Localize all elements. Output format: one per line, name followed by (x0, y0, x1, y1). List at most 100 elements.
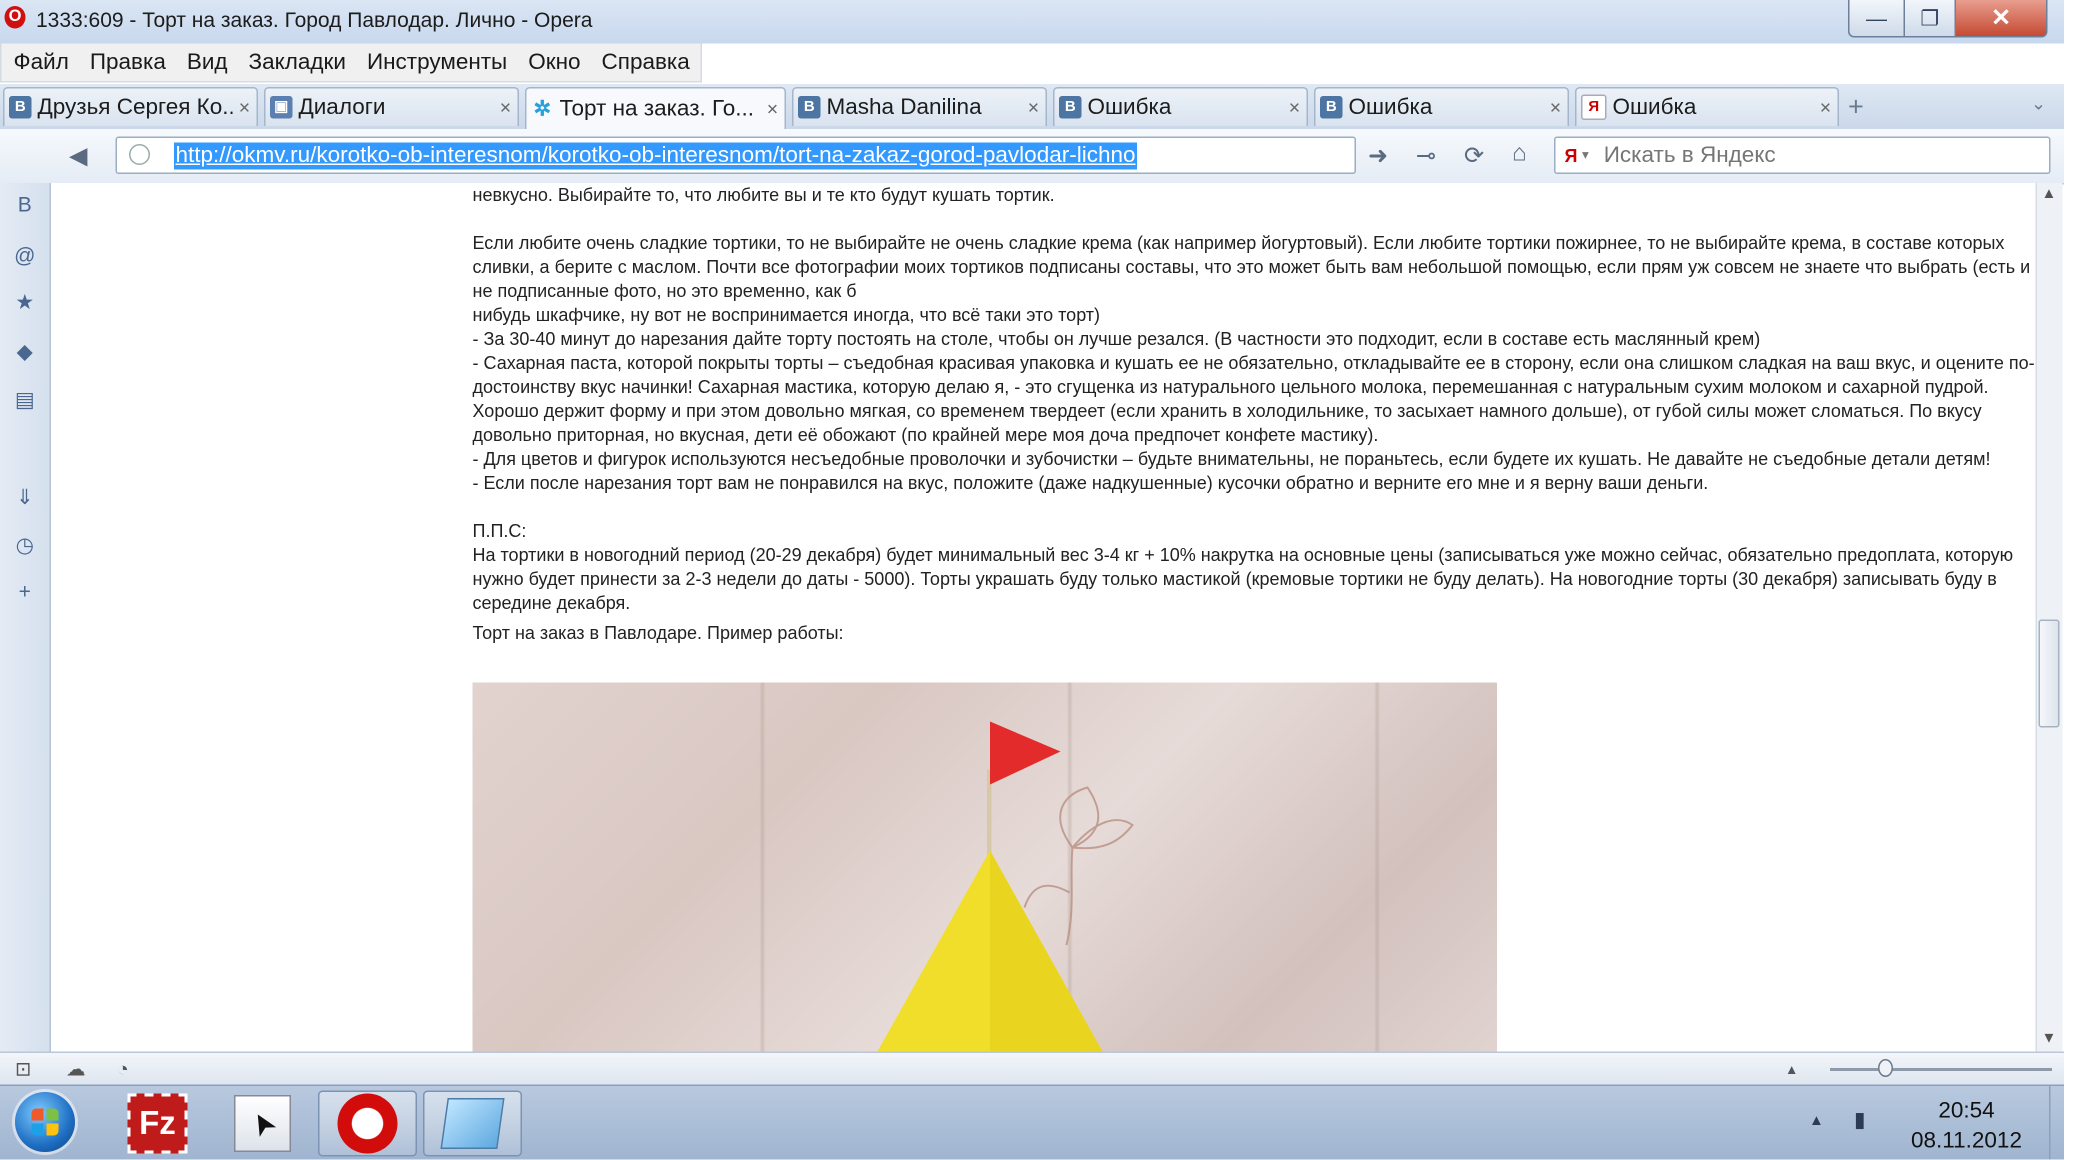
menu-view[interactable]: Вид (176, 50, 238, 76)
tab-dialogs[interactable]: ▣ Диалоги × (264, 87, 519, 126)
opera-logo-icon: O (4, 6, 26, 29)
back-arrow-icon[interactable]: ◀ (69, 141, 87, 171)
cake-photo[interactable] (472, 682, 1497, 1052)
history-clock-icon[interactable]: ◷ (14, 533, 37, 557)
zoom-slider-track[interactable] (1830, 1068, 2052, 1071)
clock-time[interactable]: 20:54 (1902, 1098, 2031, 1124)
menu-tools[interactable]: Инструменты (356, 50, 517, 76)
go-arrow-icon[interactable]: ➜ (1368, 141, 1388, 171)
scroll-down-arrow-icon[interactable]: ▼ (2042, 1031, 2057, 1048)
taskbar-cursor-app[interactable]: ➤ (213, 1091, 312, 1157)
tab-close-icon[interactable]: × (233, 96, 257, 119)
taskbar-filezilla[interactable]: Fz (108, 1091, 207, 1157)
menu-bar: Файл Правка Вид Закладки Инструменты Окн… (0, 43, 702, 83)
paragraph-cream: Если любите очень сладкие тортики, то не… (472, 232, 2031, 302)
opera-unite-cloud-icon[interactable]: ☁ (66, 1058, 86, 1082)
paragraph-cutting: - За 30-40 минут до нарезания дайте торт… (472, 328, 1761, 350)
tab-label: Торт на заказ. Го... (559, 96, 754, 122)
zoom-slider-thumb[interactable] (1878, 1059, 1893, 1077)
tab-close-icon[interactable]: × (1283, 96, 1307, 119)
menu-bookmarks[interactable]: Закладки (238, 50, 356, 76)
taskbar-notepad[interactable] (423, 1090, 522, 1157)
start-button[interactable] (15, 1092, 75, 1152)
cake-photo-graphic (877, 721, 1134, 1052)
side-panel: В @ ★ ◆ ▤ ⇓ ◷ + (0, 183, 51, 1052)
title-bar[interactable]: O 1333:609 - Торт на заказ. Город Павлод… (0, 0, 2064, 44)
widgets-icon[interactable]: ◆ (14, 339, 37, 363)
vk-panel-icon[interactable]: В (14, 191, 37, 215)
network-signal-icon[interactable]: ▮ (1854, 1107, 1866, 1133)
page-content[interactable]: невкусно. Выбирайте то, что любите вы и … (51, 183, 2036, 1052)
reload-icon[interactable]: ⟳ (1464, 141, 1484, 171)
new-tab-plus-icon[interactable]: + (1848, 92, 1864, 124)
tab-label: Диалоги (298, 94, 386, 121)
menu-edit[interactable]: Правка (79, 50, 176, 76)
address-toolbar: ◀ http://okmv.ru/korotko-ob-interesnom/k… (0, 129, 2064, 185)
paragraph-decor: - Для цветов и фигурок используются несъ… (472, 448, 1991, 470)
close-button[interactable]: ✕ (1956, 0, 2048, 38)
tab-friends[interactable]: В Друзья Сергея Ко... × (3, 87, 258, 126)
filezilla-icon: Fz (127, 1093, 188, 1154)
pointer-glyph: ➤ (242, 1103, 284, 1143)
chat-icon: ▣ (270, 96, 293, 119)
downloads-icon[interactable]: ⇓ (14, 485, 37, 509)
minimize-button[interactable]: — (1848, 0, 1905, 38)
menu-help[interactable]: Справка (591, 50, 700, 76)
restore-button[interactable]: ❐ (1905, 0, 1956, 38)
address-url[interactable]: http://okmv.ru/korotko-ob-interesnom/kor… (174, 142, 1137, 170)
tab-error-1[interactable]: В Ошибка × (1053, 87, 1308, 126)
tab-close-icon[interactable]: × (494, 96, 518, 119)
scroll-up-arrow-icon[interactable]: ▲ (2042, 186, 2057, 203)
clock-date[interactable]: 08.11.2012 (1902, 1128, 2031, 1154)
pps-title: П.П.С: (472, 520, 527, 542)
tab-close-icon[interactable]: × (761, 98, 785, 121)
panel-toggle-icon[interactable]: ⊡ (15, 1058, 31, 1082)
paragraph-cream-cont: нибудь шкафчике, ну вот не воспринимаетс… (472, 304, 1101, 326)
site-icon: ✲ (533, 96, 552, 120)
bookmarks-star-icon[interactable]: ★ (14, 290, 37, 314)
wand-key-icon[interactable]: ⊸ (1416, 141, 1436, 171)
vk-icon: В (1320, 96, 1343, 119)
taskbar-opera[interactable] (318, 1090, 417, 1157)
cone-shade (990, 850, 1103, 1052)
tray-expand-icon[interactable]: ▲ (1809, 1113, 1824, 1130)
site-info-icon[interactable] (129, 144, 150, 165)
turbo-speed-icon[interactable]: ◔ (117, 1058, 129, 1081)
notepad-icon (440, 1098, 505, 1149)
opera-icon (337, 1093, 398, 1154)
tab-label: Ошибка (1612, 94, 1697, 121)
vk-icon: В (798, 96, 821, 119)
paragraph-refund: - Если после нарезания торт вам не понра… (472, 472, 1709, 494)
home-icon[interactable]: ⌂ (1512, 141, 1527, 168)
tab-close-icon[interactable]: × (1022, 96, 1046, 119)
search-input[interactable] (1603, 142, 2009, 168)
pps-text: На тортики в новогодний период (20-29 де… (472, 544, 2014, 614)
windows-logo-icon (31, 1108, 59, 1136)
paragraph-mastic: - Сахарная паста, которой покрыты торты … (472, 352, 2035, 446)
tab-close-icon[interactable]: × (1814, 96, 1838, 119)
tab-error-3[interactable]: Я Ошибка × (1575, 87, 1839, 126)
search-box[interactable]: Я ▾ (1554, 136, 2051, 174)
notes-icon[interactable]: ▤ (14, 387, 37, 411)
yandex-engine-icon[interactable]: Я (1565, 145, 1578, 166)
zoom-menu-arrow-icon[interactable]: ▲ (1785, 1062, 1798, 1077)
menu-window[interactable]: Окно (518, 50, 591, 76)
tab-error-2[interactable]: В Ошибка × (1314, 87, 1569, 126)
tab-close-icon[interactable]: × (1544, 96, 1568, 119)
engine-dropdown-icon[interactable]: ▾ (1582, 147, 1589, 164)
menu-file[interactable]: Файл (3, 50, 79, 76)
add-panel-icon[interactable]: + (14, 578, 37, 602)
show-desktop-button[interactable] (2049, 1086, 2064, 1160)
tab-bar: В Друзья Сергея Ко... × ▣ Диалоги × ✲ То… (0, 84, 2064, 129)
example-caption: Торт на заказ в Павлодаре. Пример работы… (472, 622, 844, 644)
window-controls: — ❐ ✕ (1848, 0, 2048, 38)
mail-panel-icon[interactable]: @ (14, 242, 37, 266)
tab-cake-order[interactable]: ✲ Торт на заказ. Го... × (525, 87, 786, 129)
address-field[interactable]: http://okmv.ru/korotko-ob-interesnom/kor… (115, 136, 1356, 174)
tab-masha[interactable]: В Masha Danilina × (792, 87, 1047, 126)
scroll-thumb[interactable] (2038, 619, 2060, 728)
tab-label: Ошибка (1348, 94, 1433, 121)
vertical-scrollbar[interactable]: ▲ ▼ (2035, 183, 2063, 1052)
tab-list-chevron-icon[interactable]: ⌄ (2031, 93, 2046, 114)
red-flag (990, 721, 1061, 785)
